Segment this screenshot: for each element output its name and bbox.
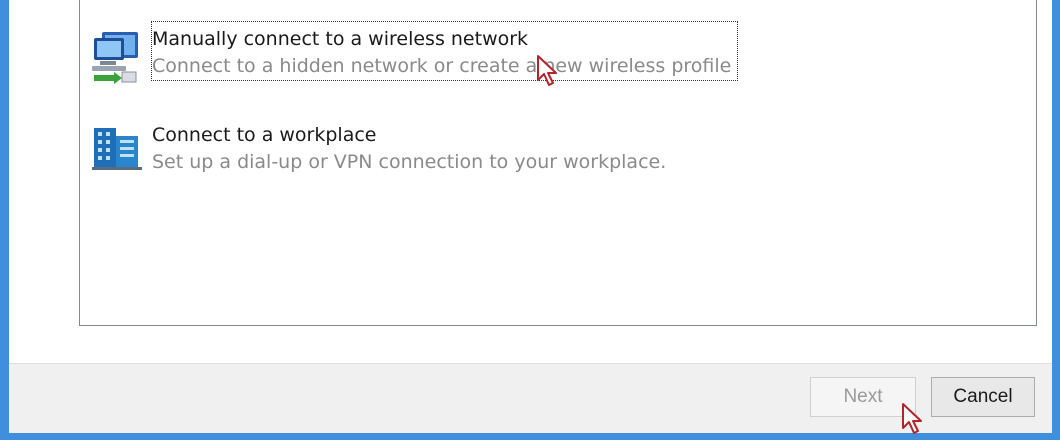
wireless-network-computer-icon bbox=[88, 28, 148, 88]
option-description: Connect to a hidden network or create a … bbox=[152, 55, 732, 77]
window-frame-right bbox=[1052, 0, 1060, 440]
mouse-pointer-icon bbox=[536, 54, 562, 88]
workplace-building-icon bbox=[88, 118, 148, 178]
option-description: Set up a dial-up or VPN connection to yo… bbox=[152, 151, 667, 173]
window-frame-left bbox=[0, 0, 9, 440]
connection-options-list: Manually connect to a wireless network C… bbox=[79, 0, 1037, 326]
mouse-pointer-icon bbox=[901, 402, 927, 436]
dialog-footer: Next Cancel bbox=[9, 363, 1052, 434]
cancel-button[interactable]: Cancel bbox=[931, 377, 1035, 417]
option-manual-wireless[interactable]: Manually connect to a wireless network C… bbox=[80, 21, 740, 88]
option-manual-wireless-text[interactable]: Manually connect to a wireless network C… bbox=[151, 21, 738, 81]
connection-dialog: Manually connect to a wireless network C… bbox=[9, 0, 1052, 434]
option-workplace-text[interactable]: Connect to a workplace Set up a dial-up … bbox=[152, 118, 668, 177]
option-title: Manually connect to a wireless network bbox=[152, 28, 529, 50]
option-workplace[interactable]: Connect to a workplace Set up a dial-up … bbox=[80, 118, 740, 184]
option-title: Connect to a workplace bbox=[152, 124, 377, 146]
